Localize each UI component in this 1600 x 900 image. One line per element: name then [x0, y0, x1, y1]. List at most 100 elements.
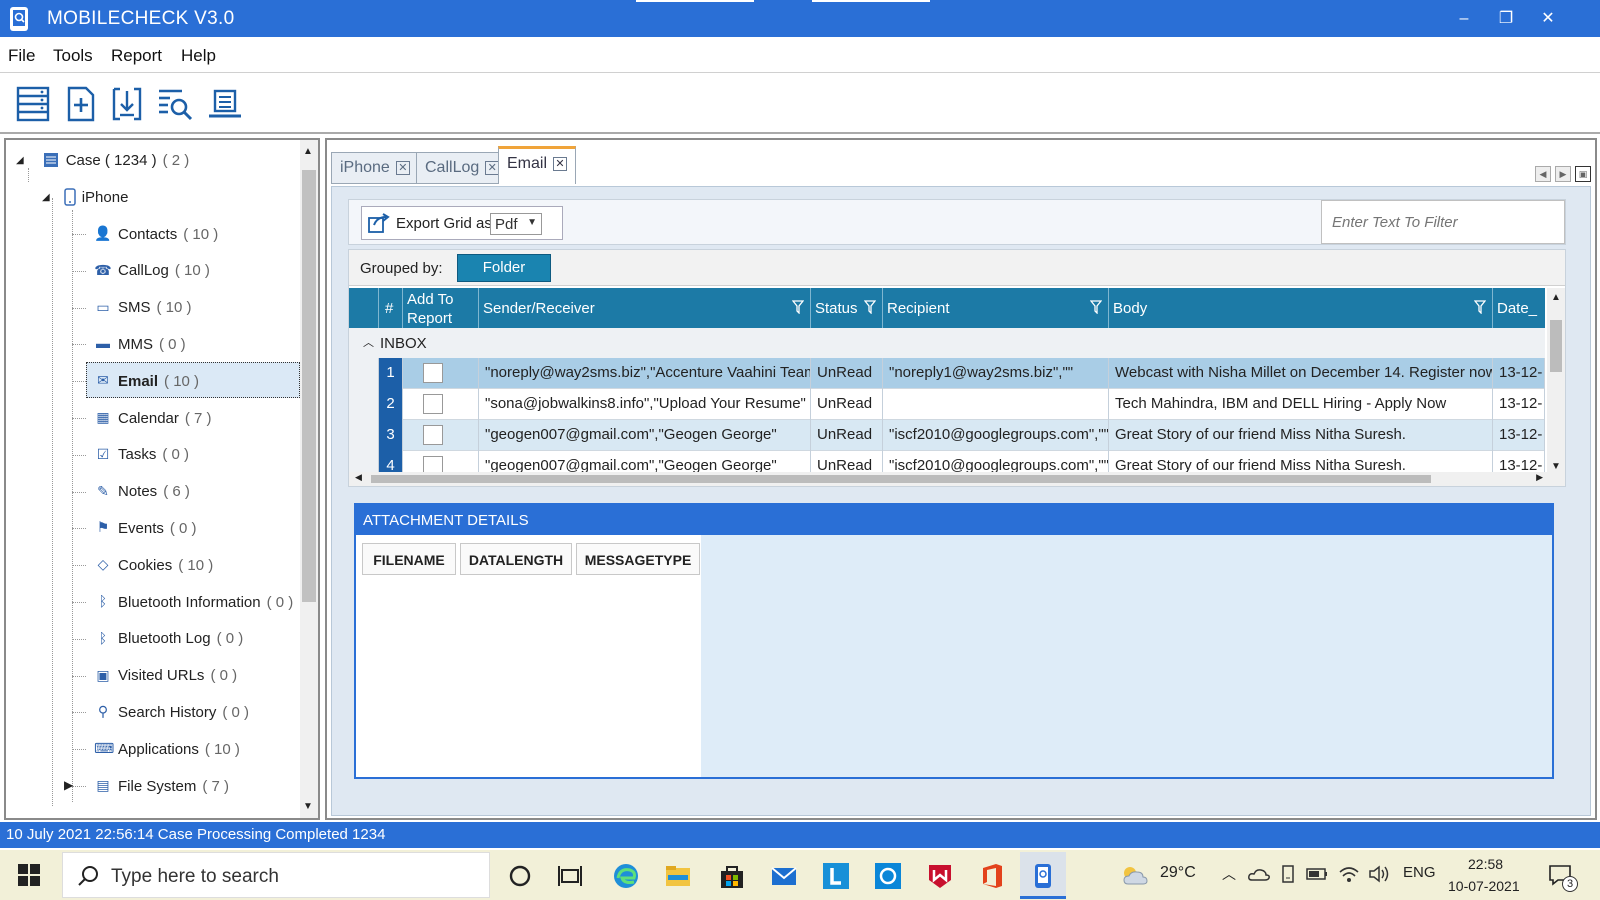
tab-email[interactable]: Email ✕	[498, 146, 577, 184]
grid-horizontal-scrollbar[interactable]: ◀ ▶	[349, 472, 1565, 486]
taskbar-search-box[interactable]: Type here to search	[62, 852, 490, 898]
scroll-down-icon[interactable]: ▼	[1551, 461, 1561, 472]
close-button[interactable]: ✕	[1534, 7, 1562, 31]
filter-icon[interactable]	[1090, 300, 1102, 314]
close-icon[interactable]: ✕	[553, 156, 568, 171]
table-row[interactable]: 2 "sona@jobwalkins8.info","Upload Your Re…	[349, 389, 1545, 420]
tree-item-applications[interactable]: ⌨ Applications ( 10 )	[94, 733, 240, 765]
chevron-down-icon[interactable]: ▼	[527, 217, 537, 228]
tab-list-icon[interactable]: ▣	[1575, 166, 1591, 182]
scroll-up-icon[interactable]: ▲	[303, 146, 313, 157]
file-explorer-icon[interactable]	[664, 862, 692, 890]
mail-icon[interactable]	[770, 862, 798, 890]
add-to-report-checkbox[interactable]	[423, 363, 443, 383]
tree-case-node[interactable]: ◢ Case ( 1234 ) ( 2 )	[16, 144, 189, 176]
header-sender[interactable]: Sender/Receiver	[479, 288, 811, 328]
tree-scroll-thumb[interactable]	[302, 170, 316, 602]
header-number[interactable]: #	[379, 288, 403, 328]
mcafee-icon[interactable]	[926, 862, 954, 890]
tab-iphone[interactable]: iPhone ✕	[331, 152, 419, 184]
menu-report[interactable]: Report	[111, 46, 162, 66]
office-icon[interactable]	[978, 862, 1006, 890]
search-list-icon[interactable]	[156, 85, 194, 123]
tree-item-events[interactable]: ⚑ Events ( 0 )	[94, 512, 197, 544]
store-icon[interactable]	[718, 862, 746, 890]
scroll-left-icon[interactable]: ◀	[355, 472, 362, 483]
header-status[interactable]: Status	[811, 288, 883, 328]
tab-scroll-right-icon[interactable]: ▶	[1555, 166, 1571, 182]
scroll-down-icon[interactable]: ▼	[303, 801, 313, 812]
tab-calllog[interactable]: CallLog ✕	[416, 152, 509, 184]
grid-vertical-scrollbar[interactable]: ▲ ▼	[1547, 288, 1565, 476]
language-indicator[interactable]: ENG	[1403, 864, 1436, 881]
tree-item-bluetooth-log[interactable]: ᛒ Bluetooth Log ( 0 )	[94, 623, 243, 655]
volume-icon[interactable]	[1368, 864, 1390, 884]
add-to-report-checkbox[interactable]	[423, 394, 443, 414]
scroll-right-icon[interactable]: ▶	[1536, 472, 1543, 483]
device-icon[interactable]	[1280, 864, 1296, 884]
group-folder-chip[interactable]: Folder	[457, 254, 551, 282]
collapse-group-icon[interactable]: ︿	[363, 334, 374, 350]
app-square-icon[interactable]	[874, 862, 902, 890]
scroll-up-icon[interactable]: ▲	[1551, 292, 1561, 303]
attachment-header-messagetype[interactable]: MESSAGETYPE	[576, 543, 700, 575]
chevron-up-icon[interactable]: ︿	[1222, 864, 1236, 884]
collapse-icon[interactable]: ◢	[42, 192, 50, 203]
windows-start-icon[interactable]	[18, 864, 40, 886]
tree-item-file-system[interactable]: ▤ File System ( 7 )	[94, 770, 229, 802]
collapse-icon[interactable]: ◢	[16, 155, 24, 166]
header-add-to-report[interactable]: Add To Report	[403, 288, 479, 328]
tree-item-visited-urls[interactable]: ▣ Visited URLs ( 0 )	[94, 660, 237, 692]
wifi-icon[interactable]	[1338, 864, 1360, 884]
tree-item-tasks[interactable]: ☑ Tasks ( 0 )	[94, 439, 189, 471]
download-document-icon[interactable]	[108, 85, 146, 123]
close-icon[interactable]: ✕	[395, 160, 410, 175]
clock-date[interactable]: 10-07-2021	[1448, 878, 1520, 894]
expand-icon[interactable]: ▶	[64, 778, 73, 792]
filter-icon[interactable]	[864, 300, 876, 314]
battery-icon[interactable]	[1306, 867, 1328, 881]
tree-item-email[interactable]: ✉ Email ( 10 )	[94, 365, 199, 397]
tree-scrollbar[interactable]: ▲ ▼	[300, 140, 318, 818]
header-body[interactable]: Body	[1109, 288, 1493, 328]
tree-item-mms[interactable]: ▬ MMS ( 0 )	[94, 328, 186, 360]
menu-file[interactable]: File	[8, 46, 35, 66]
tree-item-sms[interactable]: ▭ SMS ( 10 )	[94, 292, 191, 324]
attachment-header-datalength[interactable]: DATALENGTH	[460, 543, 572, 575]
tree-item-contacts[interactable]: 👤 Contacts ( 10 )	[94, 218, 218, 250]
tree-item-search-history[interactable]: ⚲ Search History ( 0 )	[94, 696, 249, 728]
tree-item-calllog[interactable]: ☎ CallLog ( 10 )	[94, 255, 210, 287]
tab-scroll-left-icon[interactable]: ◀	[1535, 166, 1551, 182]
group-row-inbox[interactable]: ︿ INBOX	[349, 328, 1545, 358]
filter-icon[interactable]	[1474, 300, 1486, 314]
tree-item-cookies[interactable]: ◇ Cookies ( 10 )	[94, 549, 214, 581]
report-print-icon[interactable]	[206, 85, 244, 123]
tree-item-bluetooth-information[interactable]: ᛒ Bluetooth Information ( 0 )	[94, 586, 293, 618]
export-grid-button[interactable]: Export Grid as Pdf ▼	[361, 206, 564, 240]
task-view-icon[interactable]	[556, 862, 584, 890]
header-recipient[interactable]: Recipient	[883, 288, 1109, 328]
clock-time[interactable]: 22:58	[1468, 856, 1503, 872]
restore-button[interactable]: ❐	[1492, 7, 1520, 31]
add-to-report-checkbox[interactable]	[423, 425, 443, 445]
tree-device-node[interactable]: ◢ iPhone	[42, 181, 128, 213]
tree-item-calendar[interactable]: ▦ Calendar ( 7 )	[94, 402, 211, 434]
menu-help[interactable]: Help	[181, 46, 216, 66]
app-l-icon[interactable]	[822, 862, 850, 890]
menu-tools[interactable]: Tools	[53, 46, 93, 66]
onedrive-icon[interactable]	[1248, 866, 1270, 882]
grid-hscroll-thumb[interactable]	[371, 475, 1431, 483]
table-row[interactable]: 1 "noreply@way2sms.biz","Accenture Vaahin…	[349, 358, 1545, 389]
server-icon[interactable]	[14, 85, 52, 123]
mobilecheck-taskbar-icon[interactable]	[1029, 862, 1057, 890]
filter-input[interactable]	[1321, 200, 1565, 244]
filter-icon[interactable]	[792, 300, 804, 314]
header-date[interactable]: Date_	[1493, 288, 1545, 328]
attachment-header-filename[interactable]: FILENAME	[362, 543, 456, 575]
edge-browser-icon[interactable]	[612, 862, 640, 890]
export-format-select[interactable]: Pdf ▼	[490, 213, 542, 235]
tree-item-notes[interactable]: ✎ Notes ( 6 )	[94, 476, 190, 508]
grid-scroll-thumb[interactable]	[1550, 320, 1562, 372]
weather-temperature[interactable]: 29°C	[1160, 864, 1196, 882]
new-document-icon[interactable]	[62, 85, 100, 123]
